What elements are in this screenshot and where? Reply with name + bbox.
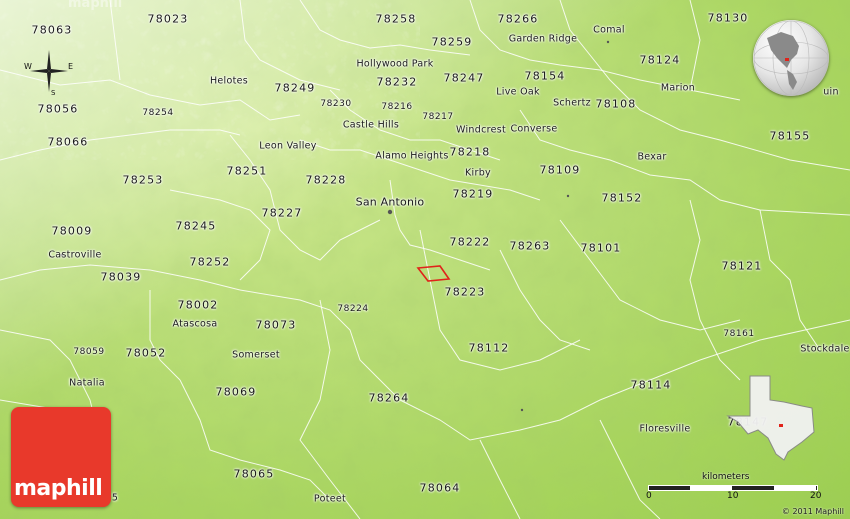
zip-label-small: 78254 xyxy=(142,108,174,118)
zip-label: 78245 xyxy=(175,219,217,233)
zip-label-small: 78059 xyxy=(73,347,105,357)
scale-tick-20: 20 xyxy=(810,491,822,501)
zip-label: 78152 xyxy=(601,191,643,205)
place-label: Converse xyxy=(510,123,558,135)
zip-label: 78101 xyxy=(580,241,622,255)
globe-locator-icon xyxy=(753,20,829,96)
zip-label: 78052 xyxy=(125,346,167,360)
place-label: 5 xyxy=(111,492,119,504)
zip-label: 78069 xyxy=(215,385,257,399)
zip-label-small: 78216 xyxy=(381,102,413,112)
place-label: Alamo Heights xyxy=(375,150,449,162)
zip-label: 78263 xyxy=(509,239,551,253)
compass-south: S xyxy=(51,89,56,96)
place-label: Somerset xyxy=(232,349,280,361)
zip-label: 78253 xyxy=(122,173,164,187)
place-label: Bexar xyxy=(637,151,667,163)
place-label: Marion xyxy=(660,82,696,94)
place-label: Castle Hills xyxy=(342,119,400,131)
scale-tick-0: 0 xyxy=(646,491,652,501)
place-label: Comal xyxy=(593,24,625,36)
place-label: Kirby xyxy=(465,167,491,179)
compass-east: E xyxy=(68,62,73,71)
zip-label: 78155 xyxy=(769,129,811,143)
zip-label-small: 78161 xyxy=(723,329,755,339)
zip-label: 78121 xyxy=(721,259,763,273)
place-label: Live Oak xyxy=(496,86,540,98)
zip-label: 78232 xyxy=(376,75,418,89)
zip-label: 78249 xyxy=(274,81,316,95)
place-label: Helotes xyxy=(209,75,249,87)
zip-label: 78039 xyxy=(100,270,142,284)
scale-bar: kilometers 0 10 20 xyxy=(640,470,822,510)
major-city-label: San Antonio xyxy=(355,195,425,209)
map-view[interactable]: maphill 78023 78258 78266 78130 78063 78259 78… xyxy=(0,0,850,519)
zip-label: 78258 xyxy=(375,12,417,26)
place-label: Stockdale xyxy=(800,343,850,355)
zip-label: 78056 xyxy=(37,102,79,116)
compass-rose-icon: W E S xyxy=(24,50,73,96)
zip-label: 78219 xyxy=(452,187,494,201)
compass-west: W xyxy=(24,62,32,71)
zip-label: 78252 xyxy=(189,255,231,269)
maphill-logo-text: maphill xyxy=(14,476,103,501)
zip-label: 78223 xyxy=(444,285,486,299)
zip-label: 78066 xyxy=(47,135,89,149)
copyright-text: © 2011 Maphill xyxy=(781,507,844,516)
zip-label: 78222 xyxy=(449,235,491,249)
zip-label: 78130 xyxy=(707,11,749,25)
watermark-text: maphill xyxy=(68,0,123,11)
zip-label: 78112 xyxy=(468,341,510,355)
zip-label: 78251 xyxy=(226,164,268,178)
scale-label: kilometers xyxy=(702,472,750,482)
zip-label-small: 78224 xyxy=(337,304,369,314)
zip-label: 78114 xyxy=(630,378,672,392)
zip-label: 78247 xyxy=(443,71,485,85)
place-label: Windcrest xyxy=(455,124,507,136)
place-label: uin xyxy=(823,86,839,98)
place-label: Atascosa xyxy=(172,318,218,330)
zip-label: 78064 xyxy=(419,481,461,495)
zip-label: 78108 xyxy=(595,97,637,111)
zip-label: 78009 xyxy=(51,224,93,238)
zip-label-small: 78217 xyxy=(422,112,454,122)
place-label: Schertz xyxy=(553,97,591,109)
zip-label: 78218 xyxy=(449,145,491,159)
zip-label: 78063 xyxy=(31,23,73,37)
place-label: Natalia xyxy=(69,377,105,389)
zip-label: 78228 xyxy=(305,173,347,187)
place-label: Garden Ridge xyxy=(508,33,578,45)
zip-label: 78023 xyxy=(147,12,189,26)
zip-label: 78266 xyxy=(497,12,539,26)
zip-label: 78227 xyxy=(261,206,303,220)
zip-label: 78259 xyxy=(431,35,473,49)
zip-label-small: 78230 xyxy=(320,99,352,109)
zip-label: 78065 xyxy=(233,467,275,481)
zip-label: 78002 xyxy=(177,298,219,312)
place-label: Hollywood Park xyxy=(356,58,434,70)
texas-locator-icon xyxy=(726,375,815,461)
zip-label: 78124 xyxy=(639,53,681,67)
place-label: Leon Valley xyxy=(259,140,317,152)
zip-label: 78154 xyxy=(524,69,566,83)
zip-label: 78264 xyxy=(368,391,410,405)
place-label: Poteet xyxy=(313,493,347,505)
place-label: Castroville xyxy=(48,249,102,261)
zip-label: 78073 xyxy=(255,318,297,332)
zip-label: 78109 xyxy=(539,163,581,177)
scale-tick-10: 10 xyxy=(727,491,739,501)
place-label: Floresville xyxy=(639,423,691,435)
